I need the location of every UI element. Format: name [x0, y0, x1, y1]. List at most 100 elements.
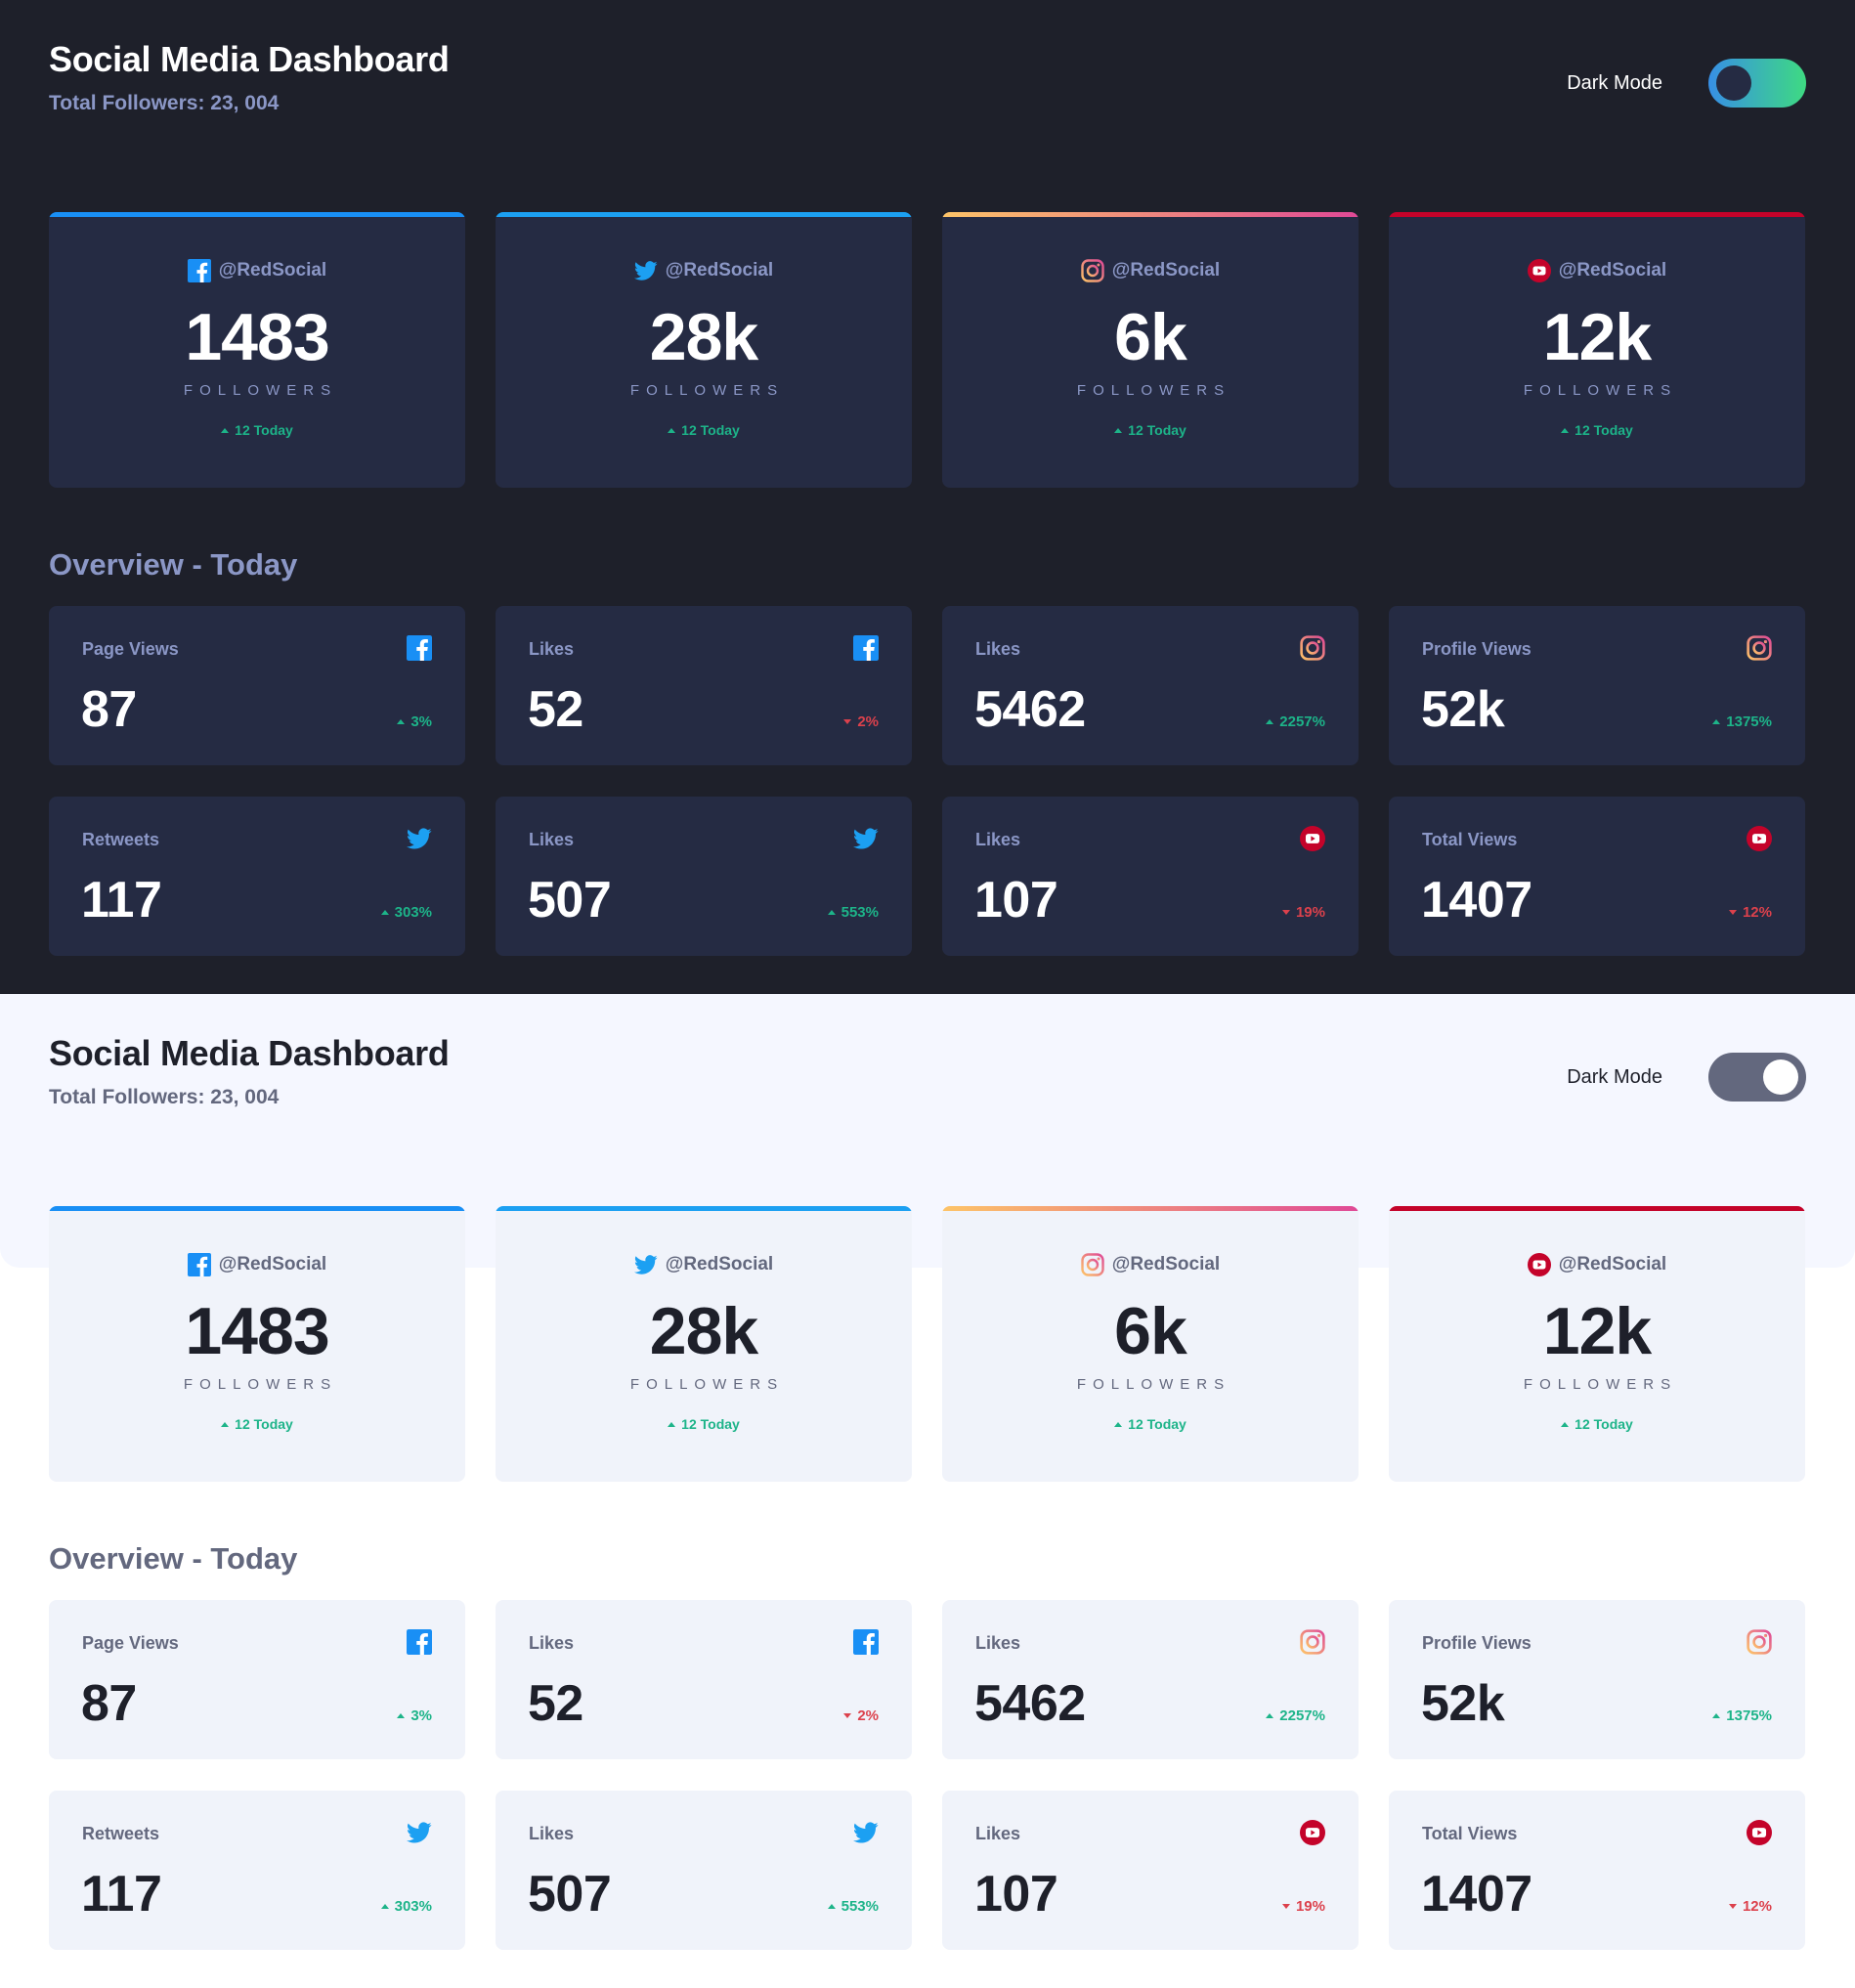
overview-card-youtube[interactable]: Likes 107 19%: [942, 1791, 1359, 1950]
metric-label: Likes: [975, 639, 1021, 659]
metric-label: Retweets: [82, 1824, 160, 1843]
twitter-icon: [407, 826, 432, 851]
overview-card-facebook[interactable]: Likes 52 2%: [496, 1600, 912, 1759]
followers-today: 12 Today: [496, 1416, 912, 1432]
overview-grid: Page Views 87 3% Likes 52 2% Likes 5462 …: [49, 1600, 1805, 1950]
up-arrow-icon: [1561, 427, 1570, 433]
follower-count: 6k: [1114, 1294, 1187, 1368]
metric-change: 19%: [1281, 904, 1325, 921]
metric-value: 52k: [1421, 681, 1505, 738]
twitter-icon: [633, 259, 658, 282]
account-handle[interactable]: @RedSocial: [496, 1253, 912, 1276]
down-arrow-icon: [1728, 910, 1737, 915]
overview-card-youtube[interactable]: Likes 107 19%: [942, 797, 1359, 956]
followers-label: FOLLOWERS: [1076, 1376, 1231, 1393]
follower-count: 6k: [1114, 300, 1187, 374]
instagram-icon: [1300, 635, 1325, 661]
account-handle[interactable]: @RedSocial: [1389, 1253, 1805, 1276]
account-handle[interactable]: @RedSocial: [942, 259, 1359, 282]
metric-value: 87: [81, 1675, 137, 1732]
metric-change: 1375%: [1712, 713, 1772, 730]
followers-today: 12 Today: [942, 1416, 1359, 1432]
up-arrow-icon: [827, 1904, 836, 1909]
overview-card-instagram[interactable]: Profile Views 52k 1375%: [1389, 1600, 1805, 1759]
followers-label: FOLLOWERS: [1523, 382, 1678, 399]
up-arrow-icon: [1114, 1421, 1123, 1427]
metric-value: 5462: [974, 681, 1086, 738]
overview-card-facebook[interactable]: Likes 52 2%: [496, 606, 912, 765]
followers-label: FOLLOWERS: [1523, 1376, 1678, 1393]
down-arrow-icon: [1281, 1904, 1290, 1909]
metric-label: Likes: [975, 1633, 1021, 1653]
follower-count: 28k: [649, 300, 758, 374]
overview-card-instagram[interactable]: Profile Views 52k 1375%: [1389, 606, 1805, 765]
twitter-icon: [407, 1820, 432, 1845]
account-handle[interactable]: @RedSocial: [496, 259, 912, 282]
metric-change: 2257%: [1266, 1707, 1325, 1724]
total-followers: Total Followers: 23, 004: [49, 92, 280, 114]
overview-card-facebook[interactable]: Page Views 87 3%: [49, 1600, 465, 1759]
followers-today: 12 Today: [942, 422, 1359, 438]
follower-cards: @RedSocial 1483 FOLLOWERS 12 Today @RedS…: [49, 1206, 1805, 1482]
overview-card-twitter[interactable]: Likes 507 553%: [496, 797, 912, 956]
metric-value: 1407: [1421, 872, 1532, 929]
overview-card-facebook[interactable]: Page Views 87 3%: [49, 606, 465, 765]
down-arrow-icon: [1728, 1904, 1737, 1909]
instagram-icon: [1300, 1629, 1325, 1655]
metric-change: 19%: [1281, 1898, 1325, 1915]
follower-card-youtube[interactable]: @RedSocial 12k FOLLOWERS 12 Today: [1389, 212, 1805, 488]
account-handle[interactable]: @RedSocial: [49, 259, 465, 282]
accent-bar: [1389, 212, 1805, 217]
followers-today: 12 Today: [1389, 422, 1805, 438]
account-handle[interactable]: @RedSocial: [942, 1253, 1359, 1276]
overview-card-twitter[interactable]: Likes 507 553%: [496, 1791, 912, 1950]
twitter-icon: [853, 1820, 879, 1845]
follower-card-instagram[interactable]: @RedSocial 6k FOLLOWERS 12 Today: [942, 1206, 1359, 1482]
followers-today: 12 Today: [496, 422, 912, 438]
accent-bar: [1389, 1206, 1805, 1211]
dark-mode-toggle[interactable]: [1708, 59, 1806, 108]
metric-change: 2257%: [1266, 713, 1325, 730]
overview-card-youtube[interactable]: Total Views 1407 12%: [1389, 797, 1805, 956]
follower-count: 12k: [1542, 1294, 1652, 1368]
overview-grid: Page Views 87 3% Likes 52 2% Likes 5462 …: [49, 606, 1805, 956]
overview-card-twitter[interactable]: Retweets 117 303%: [49, 1791, 465, 1950]
metric-value: 507: [528, 1866, 612, 1923]
facebook-icon: [853, 1629, 879, 1655]
theme-switch: Dark Mode: [1567, 59, 1806, 108]
dark-mode-label: Dark Mode: [1567, 1065, 1662, 1088]
followers-label: FOLLOWERS: [1076, 382, 1231, 399]
up-arrow-icon: [380, 1904, 389, 1909]
youtube-icon: [1527, 1253, 1551, 1276]
total-followers: Total Followers: 23, 004: [49, 1086, 280, 1108]
metric-label: Total Views: [1422, 830, 1518, 849]
follower-card-twitter[interactable]: @RedSocial 28k FOLLOWERS 12 Today: [496, 1206, 912, 1482]
youtube-icon: [1527, 259, 1551, 282]
down-arrow-icon: [843, 1713, 852, 1718]
follower-card-instagram[interactable]: @RedSocial 6k FOLLOWERS 12 Today: [942, 212, 1359, 488]
metric-label: Page Views: [82, 1633, 179, 1653]
metric-label: Likes: [529, 1633, 575, 1653]
overview-card-youtube[interactable]: Total Views 1407 12%: [1389, 1791, 1805, 1950]
account-handle[interactable]: @RedSocial: [49, 1253, 465, 1276]
follower-card-twitter[interactable]: @RedSocial 28k FOLLOWERS 12 Today: [496, 212, 912, 488]
metric-label: Profile Views: [1422, 639, 1531, 659]
overview-card-twitter[interactable]: Retweets 117 303%: [49, 797, 465, 956]
metric-change: 2%: [843, 713, 879, 730]
metric-change: 3%: [397, 1707, 432, 1724]
overview-card-instagram[interactable]: Likes 5462 2257%: [942, 1600, 1359, 1759]
overview-card-instagram[interactable]: Likes 5462 2257%: [942, 606, 1359, 765]
overview-title: Overview - Today: [49, 1541, 298, 1576]
follower-card-facebook[interactable]: @RedSocial 1483 FOLLOWERS 12 Today: [49, 1206, 465, 1482]
instagram-icon: [1747, 635, 1772, 661]
metric-change: 2%: [843, 1707, 879, 1724]
follower-count: 1483: [185, 300, 329, 374]
follower-card-youtube[interactable]: @RedSocial 12k FOLLOWERS 12 Today: [1389, 1206, 1805, 1482]
dark-mode-toggle[interactable]: [1708, 1053, 1806, 1102]
accent-bar: [49, 212, 465, 217]
metric-value: 52: [528, 1675, 583, 1732]
follower-card-facebook[interactable]: @RedSocial 1483 FOLLOWERS 12 Today: [49, 212, 465, 488]
metric-label: Profile Views: [1422, 1633, 1531, 1653]
facebook-icon: [853, 635, 879, 661]
account-handle[interactable]: @RedSocial: [1389, 259, 1805, 282]
